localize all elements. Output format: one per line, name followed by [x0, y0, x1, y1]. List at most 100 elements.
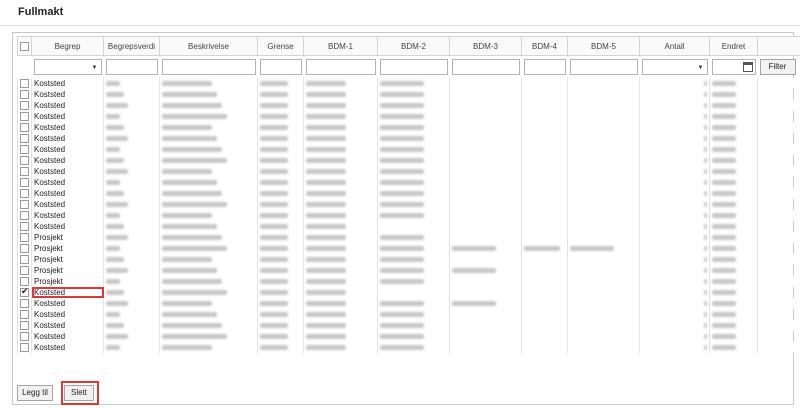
filter-endret-date[interactable]: [711, 59, 756, 75]
table-row[interactable]: Koststed: [17, 133, 800, 144]
filter-bdm4-input[interactable]: [523, 59, 566, 75]
row-checkbox[interactable]: [20, 134, 29, 144]
row-checkbox[interactable]: [20, 167, 29, 177]
row-checkbox[interactable]: [20, 343, 29, 353]
table-row[interactable]: Koststed: [17, 144, 800, 155]
table-row[interactable]: Koststed: [17, 309, 800, 320]
redacted-value: [452, 268, 496, 274]
col-header-begrep[interactable]: Begrep: [31, 36, 104, 56]
col-header-bdm4[interactable]: BDM-4: [521, 36, 568, 56]
col-header-beskrivelse[interactable]: Beskrivelse: [159, 36, 258, 56]
row-checkbox[interactable]: [20, 79, 29, 89]
row-checkbox[interactable]: [20, 277, 29, 287]
table-row[interactable]: Prosjekt: [17, 265, 800, 276]
table-row[interactable]: Koststed: [17, 298, 800, 309]
cell-bdm1: [303, 232, 378, 243]
row-checkbox[interactable]: [20, 255, 29, 265]
filter-bdm5-input[interactable]: [569, 59, 638, 75]
table-row[interactable]: Koststed: [17, 188, 800, 199]
table-row[interactable]: Koststed: [17, 111, 800, 122]
row-checkbox[interactable]: [20, 233, 29, 243]
row-checkbox[interactable]: [20, 310, 29, 320]
table-row[interactable]: Prosjekt: [17, 243, 800, 254]
table-row[interactable]: Koststed: [17, 100, 800, 111]
table-row[interactable]: Koststed: [17, 331, 800, 342]
filter-begrep-select[interactable]: [33, 59, 102, 75]
redacted-value: [306, 290, 346, 296]
row-checkbox[interactable]: [20, 90, 29, 100]
cell-antall: [639, 320, 710, 331]
filter-bdm1-input[interactable]: [305, 59, 376, 75]
calendar-icon[interactable]: [742, 62, 753, 72]
table-row[interactable]: Prosjekt: [17, 254, 800, 265]
redacted-value: [162, 345, 212, 351]
col-header-endret[interactable]: Endret: [709, 36, 758, 56]
row-checkbox[interactable]: [20, 112, 29, 122]
row-checkbox[interactable]: [20, 156, 29, 166]
row-checkbox[interactable]: [20, 222, 29, 232]
cell-bdm1: [303, 155, 378, 166]
row-checkbox[interactable]: [20, 101, 29, 111]
table-row[interactable]: Koststed: [17, 89, 800, 100]
row-checkbox[interactable]: [20, 211, 29, 221]
cell-bdm3: [449, 265, 522, 276]
redacted-value: [106, 312, 120, 318]
cell-bdm3: [449, 166, 522, 177]
filter-bdm3-input[interactable]: [451, 59, 520, 75]
filter-begrepsverdi-input[interactable]: [105, 59, 158, 75]
col-header-antall[interactable]: Antall: [639, 36, 710, 56]
table-row[interactable]: Prosjekt: [17, 276, 800, 287]
redacted-value: [704, 180, 707, 186]
redacted-value: [380, 345, 424, 351]
add-button[interactable]: Legg til: [17, 385, 53, 401]
row-checkbox[interactable]: [20, 244, 29, 254]
row-checkbox[interactable]: [20, 145, 29, 155]
row-checkbox[interactable]: [20, 123, 29, 133]
redacted-value: [106, 334, 128, 340]
delete-button-highlight: [61, 381, 99, 405]
row-checkbox[interactable]: [20, 299, 29, 309]
row-checkbox[interactable]: [20, 189, 29, 199]
table-row[interactable]: Koststed: [17, 78, 800, 89]
row-checkbox[interactable]: [20, 287, 29, 298]
table-row[interactable]: Koststed: [17, 177, 800, 188]
select-all-checkbox[interactable]: [20, 41, 29, 51]
table-row[interactable]: Koststed: [17, 166, 800, 177]
row-checkbox[interactable]: [20, 332, 29, 342]
col-header-bdm1[interactable]: BDM-1: [303, 36, 378, 56]
cell-bdm4: [521, 287, 568, 298]
cell-bdm5: [567, 309, 640, 320]
cell-antall: [639, 155, 710, 166]
row-checkbox[interactable]: [20, 266, 29, 276]
col-header-bdm5[interactable]: BDM-5: [567, 36, 640, 56]
table-row[interactable]: Koststed: [17, 221, 800, 232]
filter-grense-input[interactable]: [259, 59, 302, 75]
cell-endret: [709, 78, 758, 89]
col-header-bdm2[interactable]: BDM-2: [377, 36, 450, 56]
row-checkbox[interactable]: [20, 178, 29, 188]
table-row[interactable]: Koststed: [17, 122, 800, 133]
row-select-cell: [17, 133, 32, 144]
redacted-value: [260, 213, 288, 219]
table-row[interactable]: Koststed: [17, 320, 800, 331]
row-checkbox[interactable]: [20, 200, 29, 210]
table-row[interactable]: Koststed: [17, 342, 800, 353]
table-row[interactable]: Koststed: [17, 287, 800, 298]
table-row[interactable]: Prosjekt: [17, 232, 800, 243]
redacted-value: [162, 103, 222, 109]
table-row[interactable]: Koststed: [17, 199, 800, 210]
redacted-value: [306, 81, 346, 87]
filter-button[interactable]: Filter: [759, 59, 796, 75]
row-checkbox[interactable]: [20, 321, 29, 331]
col-header-begrepsverdi[interactable]: Begrepsverdi: [103, 36, 160, 56]
cell-bdm1: [303, 320, 378, 331]
cell-bdm2: [377, 89, 450, 100]
col-header-grense[interactable]: Grense: [257, 36, 304, 56]
table-row[interactable]: Koststed: [17, 155, 800, 166]
cell-begrep: Prosjekt: [31, 243, 104, 254]
filter-bdm2-input[interactable]: [379, 59, 448, 75]
col-header-bdm3[interactable]: BDM-3: [449, 36, 522, 56]
table-row[interactable]: Koststed: [17, 210, 800, 221]
filter-beskrivelse-input[interactable]: [161, 59, 256, 75]
filter-antall-select[interactable]: [641, 59, 708, 75]
